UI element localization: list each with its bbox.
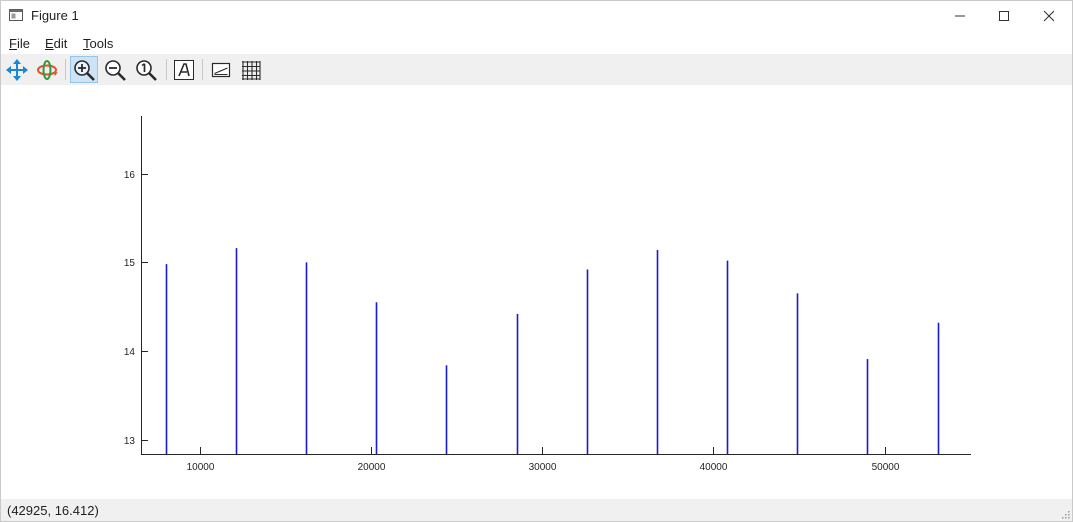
stem-chart[interactable]: 10000 20000 30000 40000 50000 13 14 15 16 xyxy=(1,85,1072,499)
x-tick-label-3: 40000 xyxy=(700,462,728,473)
toolbar-separator xyxy=(65,59,66,80)
grid-icon xyxy=(242,60,261,80)
close-button[interactable] xyxy=(1026,1,1072,31)
insert-text-button[interactable] xyxy=(170,56,198,83)
menu-bar: File Edit Tools xyxy=(1,32,1072,54)
legend-icon xyxy=(211,62,231,77)
zoom-in-button[interactable] xyxy=(70,56,98,83)
menu-tools-label: ools xyxy=(89,36,114,51)
rotate-button[interactable] xyxy=(33,56,61,83)
zoom-reset-icon xyxy=(136,59,157,81)
resize-grip-icon[interactable] xyxy=(1060,509,1070,519)
toolbar xyxy=(1,54,1072,85)
rotate-icon xyxy=(37,59,58,80)
close-icon xyxy=(1043,10,1055,22)
menu-edit-accel: E xyxy=(45,36,54,51)
zoom-in-icon xyxy=(74,59,95,81)
zoom-reset-button[interactable] xyxy=(132,56,160,83)
minimize-button[interactable] xyxy=(937,1,983,31)
figure-window: Figure 1 File Edit Tools 10000 20000 300… xyxy=(0,0,1073,522)
legend-button[interactable] xyxy=(207,56,235,83)
grid-button[interactable] xyxy=(237,56,265,83)
y-tick-label-2: 15 xyxy=(124,258,136,269)
status-bar: (42925, 16.412) xyxy=(1,499,1072,521)
y-tick-label-0: 13 xyxy=(124,436,136,447)
x-tick-label-0: 10000 xyxy=(187,462,215,473)
toolbar-separator xyxy=(166,59,167,80)
cursor-coordinates: (42925, 16.412) xyxy=(7,503,99,518)
window-title: Figure 1 xyxy=(31,8,79,23)
zoom-out-button[interactable] xyxy=(101,56,129,83)
title-bar[interactable]: Figure 1 xyxy=(1,1,1072,31)
text-icon xyxy=(174,59,194,80)
maximize-icon xyxy=(999,11,1009,21)
toolbar-separator xyxy=(202,59,203,80)
pan-button[interactable] xyxy=(3,56,31,83)
plot-canvas[interactable]: 10000 20000 30000 40000 50000 13 14 15 16 xyxy=(1,85,1072,499)
minimize-icon xyxy=(955,15,965,17)
x-tick-label-4: 50000 xyxy=(872,462,900,473)
x-tick-label-1: 20000 xyxy=(358,462,386,473)
y-tick-label-1: 14 xyxy=(124,347,136,358)
menu-edit[interactable]: Edit xyxy=(45,36,67,51)
figure-app-icon xyxy=(9,9,23,21)
x-tick-label-2: 30000 xyxy=(529,462,557,473)
menu-edit-label: dit xyxy=(53,36,68,51)
menu-tools[interactable]: Tools xyxy=(83,36,113,51)
y-tick-label-3: 16 xyxy=(124,170,136,181)
menu-file-accel: F xyxy=(9,36,17,51)
maximize-button[interactable] xyxy=(981,1,1027,31)
pan-icon xyxy=(6,58,28,81)
zoom-out-icon xyxy=(105,59,126,81)
menu-file[interactable]: File xyxy=(9,36,30,51)
menu-file-label: ile xyxy=(16,36,30,51)
